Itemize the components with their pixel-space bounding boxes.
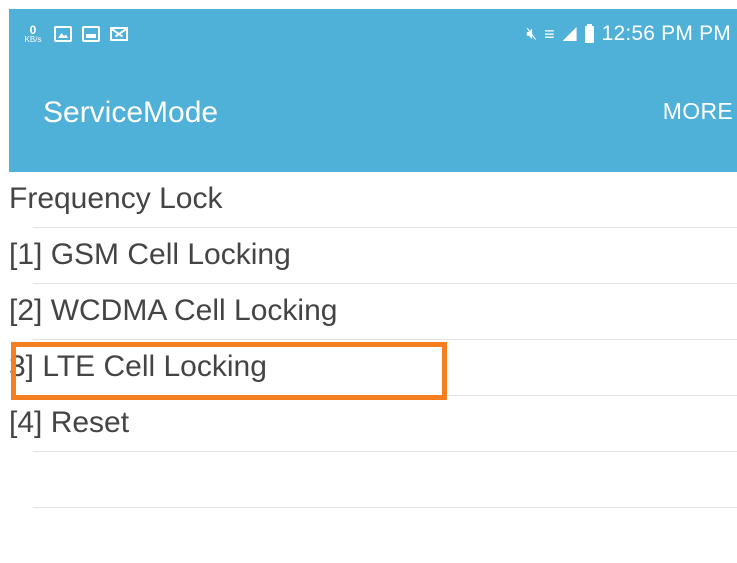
list-item-lte-cell-locking[interactable]: 3] LTE Cell Locking <box>9 340 737 396</box>
status-bar: 0 KB/s 🔇︎ ≡ 12:56 PM PM <box>9 9 737 64</box>
list-item-label: [4] Reset <box>9 406 130 439</box>
list-item-frequency-lock[interactable]: Frequency Lock <box>9 172 737 228</box>
status-notifications: 0 KB/s <box>22 21 128 47</box>
service-menu-list: Frequency Lock [1] GSM Cell Locking [2] … <box>9 172 737 508</box>
clock: 12:56 PM PM <box>601 22 731 45</box>
signal-icon <box>562 27 577 41</box>
list-item-gsm-cell-locking[interactable]: [1] GSM Cell Locking <box>9 228 737 284</box>
mail-icon <box>110 27 128 41</box>
list-item-reset[interactable]: [4] Reset <box>9 396 737 452</box>
list-item-label: 3] LTE Cell Locking <box>9 350 267 383</box>
list-item-label: [1] GSM Cell Locking <box>9 238 291 271</box>
network-speed-unit: KB/s <box>24 35 42 44</box>
gallery-icon <box>54 26 72 42</box>
list-item-wcdma-cell-locking[interactable]: [2] WCDMA Cell Locking <box>9 284 737 340</box>
app-bar: ServiceMode MORE <box>9 64 737 172</box>
list-item-label: Frequency Lock <box>9 182 223 215</box>
list-item-empty[interactable] <box>33 452 737 508</box>
more-button[interactable]: MORE <box>663 98 733 125</box>
status-system-icons: 🔇︎ ≡ 12:56 PM PM <box>526 19 731 49</box>
mute-icon: 🔇︎ <box>526 24 537 43</box>
battery-icon <box>584 23 594 43</box>
app-title: ServiceMode <box>43 96 219 129</box>
network-speed-indicator: 0 KB/s <box>22 24 44 44</box>
wifi-icon: ≡ <box>544 23 555 44</box>
screen-icon <box>82 26 100 42</box>
screen: 0 KB/s 🔇︎ ≡ 12:56 PM PM ServiceMode MORE… <box>9 9 737 563</box>
list-item-label: [2] WCDMA Cell Locking <box>9 294 338 327</box>
